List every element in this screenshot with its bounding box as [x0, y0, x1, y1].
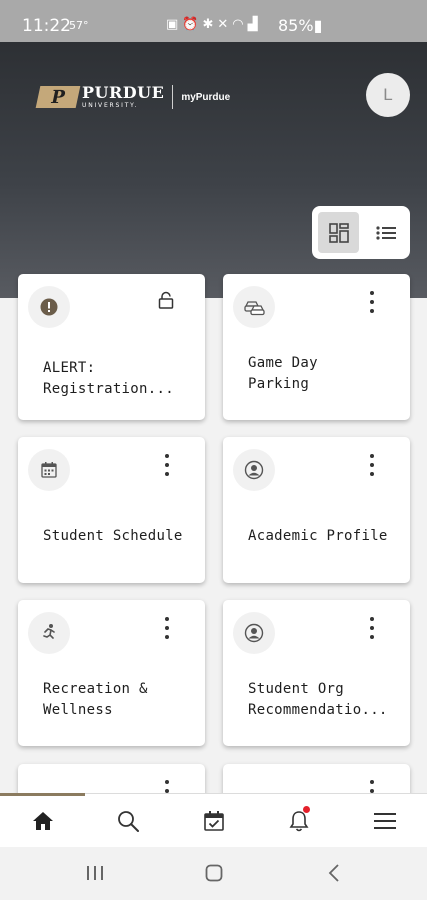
- nav-menu[interactable]: [342, 794, 427, 848]
- card-icon-badge: [233, 449, 275, 491]
- recent-apps-button[interactable]: [75, 860, 115, 886]
- logo-word: PURDUE: [82, 83, 165, 102]
- recent-apps-icon: [87, 866, 103, 880]
- status-icons: ▣⏰✱✕◠▟: [166, 17, 262, 32]
- alarm-icon: ⏰: [182, 17, 203, 32]
- view-toggle: [312, 206, 410, 259]
- grid-view-icon: [328, 222, 349, 243]
- card-menu-icon[interactable]: [364, 289, 380, 315]
- menu-icon: [373, 813, 396, 829]
- card-title: Student Org Recommendatio...: [248, 681, 388, 718]
- bottom-nav: [0, 793, 427, 847]
- purdue-p-mark: P: [35, 86, 81, 108]
- app-name: myPurdue: [181, 91, 231, 103]
- card-title: Game Day Parking: [248, 355, 318, 392]
- status-battery: 85%▮: [278, 16, 322, 35]
- card-title: Recreation & Wellness: [43, 681, 148, 718]
- list-view-icon: [375, 225, 396, 240]
- profile-icon: [244, 623, 264, 643]
- card-academic-profile[interactable]: Academic Profile: [223, 437, 410, 583]
- card-icon-badge: [233, 286, 275, 328]
- card-menu-icon[interactable]: [159, 452, 175, 478]
- home-icon: [32, 812, 53, 830]
- running-icon: [43, 624, 55, 639]
- battery-percent: 85%: [278, 16, 314, 35]
- battery-icon: ▮: [313, 16, 323, 35]
- signal-icon: ▟: [247, 17, 262, 32]
- card-menu-icon[interactable]: [159, 615, 175, 641]
- nav-search[interactable]: [85, 794, 170, 848]
- list-view-button[interactable]: [365, 212, 406, 253]
- card-recreation-wellness[interactable]: Recreation & Wellness: [18, 600, 205, 746]
- lock-icon[interactable]: [157, 291, 175, 314]
- avatar-initial: L: [383, 85, 393, 104]
- card-icon-badge: [28, 286, 70, 328]
- avatar[interactable]: L: [366, 73, 410, 117]
- nav-home[interactable]: [0, 794, 85, 848]
- alert-icon: [40, 298, 58, 316]
- card-alert-registration[interactable]: ALERT: Registration...: [18, 274, 205, 420]
- card-menu-icon[interactable]: [364, 452, 380, 478]
- bluetooth-icon: ✱: [202, 17, 218, 32]
- card-student-org-recommendations[interactable]: Student Org Recommendatio...: [223, 600, 410, 746]
- status-bar: 11:22 57° ▣⏰✱✕◠▟ 85%▮: [0, 0, 427, 42]
- card-title: Academic Profile: [248, 528, 388, 544]
- back-button[interactable]: [314, 860, 354, 886]
- purdue-logo: P PURDUE UNIVERSITY. myPurdue: [35, 83, 231, 110]
- home-system-button[interactable]: [194, 860, 234, 886]
- hero-header: [0, 42, 427, 298]
- card-student-schedule[interactable]: Student Schedule: [18, 437, 205, 583]
- calendar-check-icon: [203, 811, 224, 831]
- status-temperature: 57°: [69, 19, 89, 32]
- search-icon: [117, 811, 139, 832]
- logo-sub: UNIVERSITY.: [82, 102, 139, 109]
- card-menu-icon[interactable]: [364, 615, 380, 641]
- battery-saver-icon: ▣: [166, 17, 183, 32]
- calendar-icon: [41, 462, 57, 478]
- home-square-icon: [205, 864, 223, 882]
- card-icon-badge: [28, 612, 70, 654]
- grid-view-button[interactable]: [318, 212, 359, 253]
- bell-icon: [289, 811, 308, 832]
- card-title: Student Schedule: [43, 528, 183, 544]
- nav-schedule[interactable]: [171, 794, 256, 848]
- card-game-day-parking[interactable]: Game Day Parking: [223, 274, 410, 420]
- android-nav-bar: [0, 847, 427, 900]
- wifi-icon: ◠: [232, 17, 248, 32]
- mute-icon: ✕: [217, 17, 233, 32]
- profile-icon: [244, 460, 264, 480]
- notification-dot: [303, 806, 310, 813]
- parking-icon: [244, 301, 265, 316]
- logo-divider: [172, 85, 174, 109]
- back-chevron-icon: [328, 864, 339, 882]
- card-title: ALERT: Registration...: [43, 360, 174, 397]
- status-time: 11:22: [22, 16, 71, 36]
- card-icon-badge: [233, 612, 275, 654]
- card-icon-badge: [28, 449, 70, 491]
- nav-notifications[interactable]: [256, 794, 341, 848]
